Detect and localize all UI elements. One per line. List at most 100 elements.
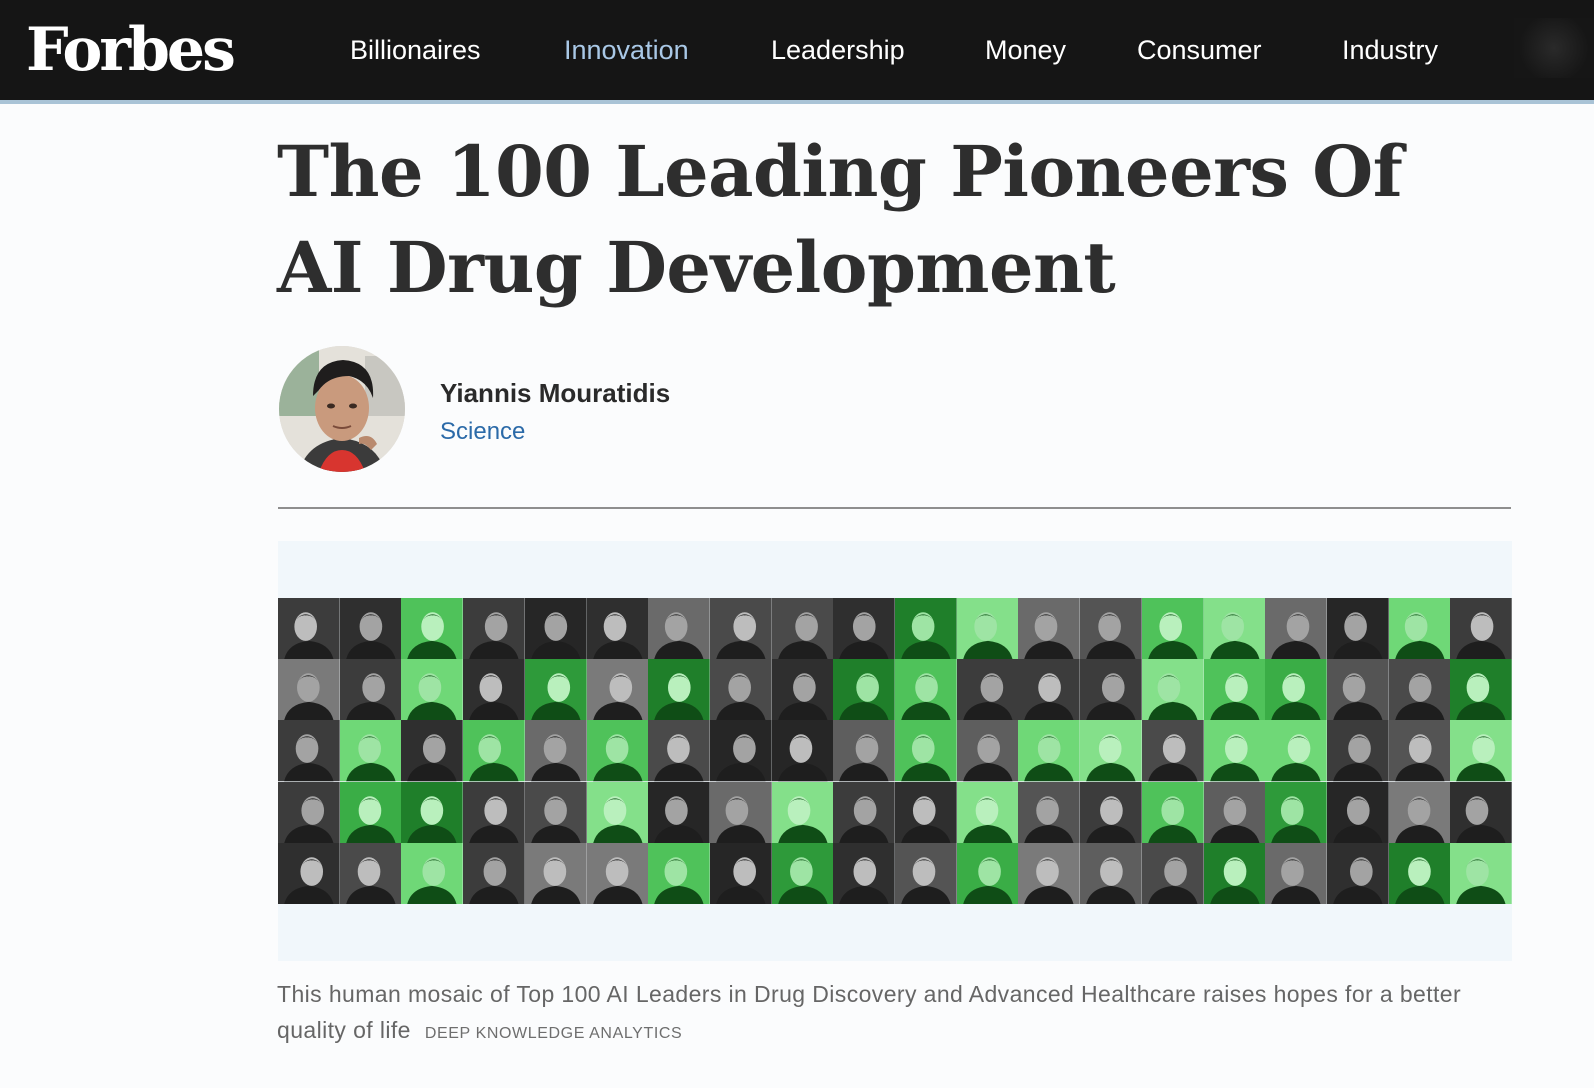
author-avatar[interactable] xyxy=(279,346,405,472)
portrait-tile xyxy=(1326,720,1389,782)
author-section-link[interactable]: Science xyxy=(440,416,525,448)
portrait-tile xyxy=(1080,720,1142,782)
image-credit: DEEP KNOWLEDGE ANALYTICS xyxy=(424,1025,683,1042)
author-name[interactable]: Yiannis Mouratidis xyxy=(440,376,670,410)
portrait-tile xyxy=(895,720,957,782)
portrait-tile xyxy=(1265,781,1327,843)
portrait-tile xyxy=(895,659,957,721)
portrait-tile xyxy=(1450,842,1512,904)
portrait-tile xyxy=(895,842,957,904)
portrait-tile xyxy=(339,659,402,721)
portrait-tile xyxy=(463,598,525,660)
image-caption: This human mosaic of Top 100 AI Leaders … xyxy=(277,976,1517,1052)
portrait-tile xyxy=(956,598,1019,660)
portrait-tile xyxy=(1450,781,1512,843)
portrait-tile xyxy=(1141,842,1204,904)
portrait-tile xyxy=(586,781,649,843)
portrait-tile xyxy=(1141,598,1204,660)
nav-item-industry[interactable]: Industry xyxy=(1342,32,1438,68)
nav-item-innovation[interactable]: Innovation xyxy=(564,32,689,68)
portrait-tile xyxy=(1326,781,1389,843)
portrait-tile xyxy=(956,842,1019,904)
top-navigation-bar: Forbes Billionaires Innovation Leadershi… xyxy=(0,0,1594,104)
portrait-tile xyxy=(524,720,587,782)
nav-item-money[interactable]: Money xyxy=(985,32,1066,68)
portrait-tile xyxy=(401,659,464,721)
portrait-tile xyxy=(1388,781,1451,843)
portrait-tile xyxy=(1388,720,1451,782)
portrait-tile xyxy=(648,659,710,721)
portrait-tile xyxy=(586,720,649,782)
portrait-tile xyxy=(1080,781,1142,843)
portrait-tile xyxy=(771,720,834,782)
portrait-tile xyxy=(1080,842,1142,904)
header-corner-shadow xyxy=(1514,18,1594,78)
portrait-tile xyxy=(833,720,895,782)
portrait-tile xyxy=(1388,842,1451,904)
article-title: The 100 Leading Pioneers Of AI Drug Deve… xyxy=(277,130,1403,309)
portrait-tile xyxy=(709,659,772,721)
portrait-tile xyxy=(1018,720,1081,782)
portrait-tile xyxy=(401,598,464,660)
portrait-tile xyxy=(401,781,464,843)
portrait-tile xyxy=(1265,720,1327,782)
portrait-tile xyxy=(771,598,834,660)
portrait-tile xyxy=(401,842,464,904)
portrait-tile xyxy=(278,720,340,782)
portrait-tile xyxy=(1018,659,1081,721)
forbes-logo[interactable]: Forbes xyxy=(26,14,236,86)
portrait-tile xyxy=(833,598,895,660)
author-photo xyxy=(279,346,405,472)
portrait-tile xyxy=(1203,659,1266,721)
nav-item-billionaires[interactable]: Billionaires xyxy=(350,32,481,68)
hero-image-mosaic xyxy=(278,598,1512,904)
portrait-tile xyxy=(1141,781,1204,843)
portrait-tile xyxy=(833,842,895,904)
portrait-tile xyxy=(895,781,957,843)
portrait-tile xyxy=(1080,598,1142,660)
portrait-tile xyxy=(956,720,1019,782)
nav-item-leadership[interactable]: Leadership xyxy=(771,32,905,68)
portrait-tile xyxy=(648,781,710,843)
portrait-tile xyxy=(339,842,402,904)
portrait-tile xyxy=(1388,659,1451,721)
portrait-tile xyxy=(1203,720,1266,782)
portrait-tile xyxy=(278,659,340,721)
portrait-tile xyxy=(1265,659,1327,721)
portrait-tile xyxy=(833,659,895,721)
portrait-tile xyxy=(1326,598,1389,660)
portrait-tile xyxy=(1203,598,1266,660)
portrait-tile xyxy=(1018,598,1081,660)
portrait-tile xyxy=(524,781,587,843)
portrait-tile xyxy=(1326,659,1389,721)
portrait-tile xyxy=(586,842,649,904)
portrait-tile xyxy=(1326,842,1389,904)
portrait-tile xyxy=(1450,720,1512,782)
portrait-tile xyxy=(586,659,649,721)
portrait-tile xyxy=(648,598,710,660)
portrait-tile xyxy=(463,659,525,721)
portrait-tile xyxy=(709,598,772,660)
portrait-tile xyxy=(278,781,340,843)
portrait-tile xyxy=(1080,659,1142,721)
portrait-tile xyxy=(833,781,895,843)
portrait-tile xyxy=(771,842,834,904)
portrait-tile xyxy=(524,842,587,904)
portrait-tile xyxy=(709,720,772,782)
portrait-tile xyxy=(586,598,649,660)
portrait-tile xyxy=(339,781,402,843)
portrait-tile xyxy=(1265,598,1327,660)
portrait-tile xyxy=(1018,842,1081,904)
portrait-tile xyxy=(1388,598,1451,660)
portrait-tile xyxy=(1141,659,1204,721)
portrait-tile xyxy=(956,781,1019,843)
portrait-tile xyxy=(1450,659,1512,721)
portrait-tile xyxy=(895,598,957,660)
portrait-tile xyxy=(709,781,772,843)
portrait-tile xyxy=(1450,598,1512,660)
portrait-tile xyxy=(278,598,340,660)
portrait-tile xyxy=(1265,842,1327,904)
nav-item-consumer[interactable]: Consumer xyxy=(1137,32,1262,68)
portrait-tile xyxy=(648,842,710,904)
portrait-tile xyxy=(771,659,834,721)
